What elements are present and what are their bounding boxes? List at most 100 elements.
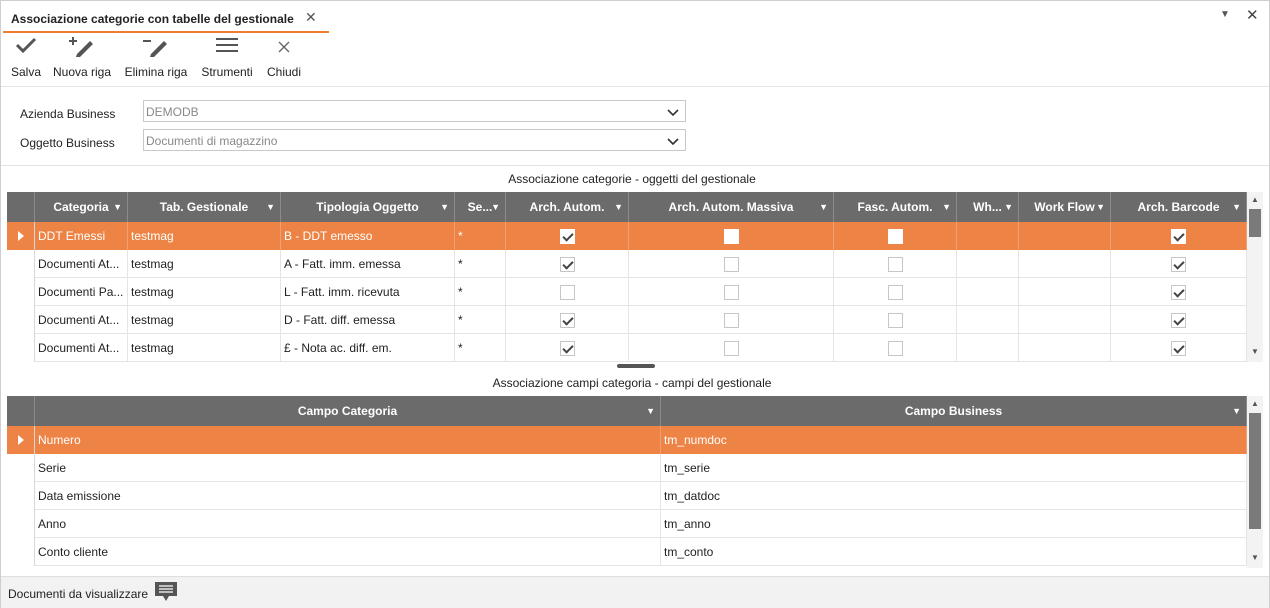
dropdown-menu-icon[interactable]: ▼: [1220, 9, 1230, 20]
checkbox-arch[interactable]: [559, 229, 575, 244]
column-header-5[interactable]: Arch. Autom. ▼: [506, 192, 629, 222]
cell-serie[interactable]: *: [455, 306, 506, 334]
checkbox-barcode[interactable]: [1171, 341, 1186, 356]
column-header-2[interactable]: Campo Business ▼: [661, 396, 1247, 426]
row-header[interactable]: [7, 278, 35, 306]
table-row[interactable]: Serie tm_serie: [7, 454, 1247, 482]
cell-categoria[interactable]: Documenti Pa...: [35, 278, 128, 306]
row-header[interactable]: [7, 482, 35, 510]
azienda-select[interactable]: DEMODB: [143, 100, 686, 122]
window-close-icon[interactable]: ✕: [1246, 6, 1259, 24]
checkbox-barcode[interactable]: [1171, 229, 1186, 244]
checkbox-arch[interactable]: [559, 285, 575, 300]
grid2-scrollbar[interactable]: ▲ ▼: [1247, 396, 1263, 568]
cell-tipologia[interactable]: £ - Nota ac. diff. em.: [281, 334, 455, 362]
checkbox-barcode[interactable]: [1171, 313, 1186, 328]
grid1-scroll-thumb[interactable]: [1249, 209, 1261, 237]
column-header-10[interactable]: Arch. Barcode ▼: [1111, 192, 1247, 222]
filter-icon[interactable]: ▼: [113, 192, 122, 222]
column-header-6[interactable]: Arch. Autom. Massiva ▼: [629, 192, 834, 222]
row-header[interactable]: [7, 306, 35, 334]
cell-serie[interactable]: *: [455, 222, 506, 250]
table-row[interactable]: DDT Emessi testmag B - DDT emesso *: [7, 222, 1247, 250]
table-row[interactable]: Documenti At... testmag D - Fatt. diff. em…: [7, 306, 1247, 334]
grid1-scrollbar[interactable]: ▲ ▼: [1247, 192, 1263, 362]
cell-tab[interactable]: testmag: [128, 222, 281, 250]
cell-tipologia[interactable]: D - Fatt. diff. emessa: [281, 306, 455, 334]
row-header[interactable]: [7, 538, 35, 566]
checkbox-barcode[interactable]: [1171, 285, 1186, 300]
column-header-9[interactable]: Work Flow ▼: [1019, 192, 1111, 222]
cell-tipologia[interactable]: A - Fatt. imm. emessa: [281, 250, 455, 278]
row-header[interactable]: [7, 426, 35, 454]
checkbox-arch[interactable]: [559, 257, 575, 272]
comment-icon[interactable]: [154, 581, 178, 606]
checkbox-massiva[interactable]: [723, 341, 739, 356]
save-button[interactable]: Salva: [11, 35, 41, 85]
scroll-up-icon[interactable]: ▲: [1251, 399, 1259, 408]
cell-serie[interactable]: *: [455, 278, 506, 306]
cell-tipologia[interactable]: L - Fatt. imm. ricevuta: [281, 278, 455, 306]
table-row[interactable]: Anno tm_anno: [7, 510, 1247, 538]
scroll-down-icon[interactable]: ▼: [1251, 347, 1259, 356]
checkbox-fasc[interactable]: [887, 313, 903, 328]
cell-categoria[interactable]: Data emissione: [35, 482, 661, 510]
column-header-4[interactable]: Se... ▼: [455, 192, 506, 222]
filter-icon[interactable]: ▼: [942, 192, 951, 222]
scroll-up-icon[interactable]: ▲: [1251, 195, 1259, 204]
column-header-2[interactable]: Tab. Gestionale ▼: [128, 192, 281, 222]
cell-categoria[interactable]: Documenti At...: [35, 250, 128, 278]
cell-tab[interactable]: testmag: [128, 250, 281, 278]
filter-icon[interactable]: ▼: [614, 192, 623, 222]
oggetto-select[interactable]: Documenti di magazzino: [143, 129, 686, 151]
checkbox-massiva[interactable]: [723, 313, 739, 328]
filter-icon[interactable]: ▼: [646, 396, 655, 426]
checkbox-massiva[interactable]: [723, 229, 739, 244]
cell-categoria[interactable]: Serie: [35, 454, 661, 482]
column-header-8[interactable]: Wh... ▼: [957, 192, 1019, 222]
cell-business[interactable]: tm_anno: [661, 510, 1247, 538]
checkbox-arch[interactable]: [559, 341, 575, 356]
checkbox-massiva[interactable]: [723, 257, 739, 272]
cell-tab[interactable]: testmag: [128, 278, 281, 306]
cell-business[interactable]: tm_datdoc: [661, 482, 1247, 510]
table-row[interactable]: Data emissione tm_datdoc: [7, 482, 1247, 510]
cell-business[interactable]: tm_serie: [661, 454, 1247, 482]
checkbox-fasc[interactable]: [887, 341, 903, 356]
cell-categoria[interactable]: Documenti At...: [35, 306, 128, 334]
table-row[interactable]: Conto cliente tm_conto: [7, 538, 1247, 566]
row-header[interactable]: [7, 250, 35, 278]
checkbox-massiva[interactable]: [723, 285, 739, 300]
cell-business[interactable]: tm_numdoc: [661, 426, 1247, 454]
cell-categoria[interactable]: Conto cliente: [35, 538, 661, 566]
filter-icon[interactable]: ▼: [1232, 192, 1241, 222]
filter-icon[interactable]: ▼: [819, 192, 828, 222]
filter-icon[interactable]: ▼: [440, 192, 449, 222]
cell-tab[interactable]: testmag: [128, 334, 281, 362]
scroll-down-icon[interactable]: ▼: [1251, 553, 1259, 562]
checkbox-fasc[interactable]: [887, 229, 903, 244]
table-row[interactable]: Documenti At... testmag A - Fatt. imm. eme…: [7, 250, 1247, 278]
cell-serie[interactable]: *: [455, 250, 506, 278]
tools-button[interactable]: Strumenti: [200, 35, 254, 85]
table-row[interactable]: Documenti At... testmag £ - Nota ac. diff.…: [7, 334, 1247, 362]
row-header[interactable]: [7, 510, 35, 538]
cell-serie[interactable]: *: [455, 334, 506, 362]
filter-icon[interactable]: ▼: [1232, 396, 1241, 426]
grid2-scroll-thumb[interactable]: [1249, 413, 1261, 529]
column-header-7[interactable]: Fasc. Autom. ▼: [834, 192, 957, 222]
checkbox-arch[interactable]: [559, 313, 575, 328]
column-header-3[interactable]: Tipologia Oggetto ▼: [281, 192, 455, 222]
table-row[interactable]: Numero tm_numdoc: [7, 426, 1247, 454]
splitter-handle[interactable]: [617, 364, 655, 368]
cell-categoria[interactable]: Documenti At...: [35, 334, 128, 362]
checkbox-barcode[interactable]: [1171, 257, 1186, 272]
delete-row-button[interactable]: Elimina riga: [124, 35, 188, 85]
filter-icon[interactable]: ▼: [266, 192, 275, 222]
cell-categoria[interactable]: DDT Emessi: [35, 222, 128, 250]
close-button[interactable]: Chiudi: [266, 35, 302, 85]
row-header[interactable]: [7, 454, 35, 482]
checkbox-fasc[interactable]: [887, 257, 903, 272]
filter-icon[interactable]: ▼: [491, 192, 500, 222]
tab-associazione[interactable]: Associazione categorie con tabelle del g…: [3, 5, 329, 33]
